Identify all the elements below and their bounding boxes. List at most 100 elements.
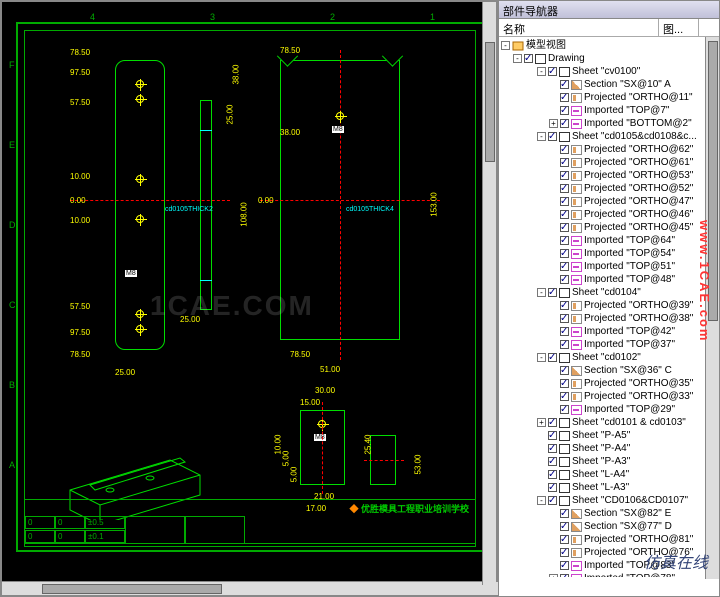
tree-item[interactable]: Section "SX@82" E [499, 507, 719, 520]
tree-label: Sheet "P-A4" [572, 442, 630, 455]
tree-item[interactable]: Sheet "L-A3" [499, 481, 719, 494]
m8-label: M8 [125, 270, 137, 277]
tree-item[interactable]: Projected "ORTHO@52" [499, 182, 719, 195]
col-label: 1 [430, 12, 435, 22]
tree-item[interactable]: Projected "ORTHO@61" [499, 156, 719, 169]
tree-item[interactable]: + Imported "BOTTOM@2" [499, 117, 719, 130]
tree-item[interactable]: Sheet "P-A3" [499, 455, 719, 468]
tree-label: Imported "BOTTOM@2" [584, 117, 692, 130]
expand-icon[interactable]: + [537, 418, 546, 427]
expand-icon[interactable]: + [549, 574, 558, 577]
note: cd0105THICK4 [346, 206, 394, 213]
checkbox-icon[interactable] [560, 158, 569, 167]
expand-icon[interactable]: + [549, 119, 558, 128]
expand-icon[interactable]: - [537, 353, 546, 362]
checkbox-icon[interactable] [548, 418, 557, 427]
checkbox-icon[interactable] [560, 392, 569, 401]
expand-icon[interactable]: - [537, 132, 546, 141]
col-name[interactable]: 名称 [499, 19, 659, 36]
cad-viewport[interactable]: 4 3 2 1 F E D C B A M8 78.50 97.50 57.50… [0, 0, 498, 597]
checkbox-icon[interactable] [548, 470, 557, 479]
tree-item[interactable]: -Sheet "cd0102" [499, 351, 719, 364]
tree-item[interactable]: Imported "TOP@7" [499, 104, 719, 117]
checkbox-icon[interactable] [560, 145, 569, 154]
dim: 0.00 [70, 196, 86, 205]
tree-label: Projected "ORTHO@61" [584, 156, 693, 169]
checkbox-icon[interactable] [548, 431, 557, 440]
tree-item[interactable]: Section "SX@10" A [499, 78, 719, 91]
proj-icon [571, 171, 582, 181]
checkbox-icon[interactable] [560, 171, 569, 180]
tree-item[interactable]: Sheet "P-A5" [499, 429, 719, 442]
tree-item[interactable]: -Sheet "cv0100" [499, 65, 719, 78]
row-label: B [9, 380, 15, 390]
cad-canvas[interactable]: 4 3 2 1 F E D C B A M8 78.50 97.50 57.50… [10, 10, 490, 555]
dim: 108.00 [240, 202, 249, 226]
checkbox-icon[interactable] [548, 132, 557, 141]
scrollbar-vertical[interactable] [482, 2, 496, 585]
scrollbar-horizontal[interactable] [2, 581, 500, 595]
checkbox-icon[interactable] [560, 509, 569, 518]
dim: 10.00 [70, 172, 90, 181]
col-image[interactable]: 图... [659, 19, 699, 36]
checkbox-icon[interactable] [560, 210, 569, 219]
tree-item[interactable]: Section "SX@36" C [499, 364, 719, 377]
checkbox-icon[interactable] [548, 353, 557, 362]
tree-item[interactable]: -Sheet "CD0106&CD0107" [499, 494, 719, 507]
imp-icon [571, 119, 582, 129]
tree-item[interactable]: Projected "ORTHO@47" [499, 195, 719, 208]
tree-item[interactable]: Sheet "L-A4" [499, 468, 719, 481]
scroll-thumb[interactable] [42, 584, 222, 594]
tree-item[interactable]: -Sheet "cd0105&cd0108&c... [499, 130, 719, 143]
tree-label: Projected "ORTHO@47" [584, 195, 693, 208]
checkbox-icon[interactable] [560, 119, 569, 128]
sheet-icon [559, 353, 570, 363]
collapse-icon[interactable]: - [513, 54, 522, 63]
checkbox-icon[interactable] [560, 366, 569, 375]
checkbox-icon[interactable] [560, 93, 569, 102]
checkbox-icon[interactable] [560, 405, 569, 414]
checkbox-icon[interactable] [548, 496, 557, 505]
proj-icon [571, 379, 582, 389]
checkbox-icon[interactable] [560, 197, 569, 206]
tb-cell: ±0.1 [85, 530, 125, 543]
tree-item[interactable]: Projected "ORTHO@35" [499, 377, 719, 390]
centerline [364, 460, 404, 461]
checkbox-icon[interactable] [548, 457, 557, 466]
tree-drawing[interactable]: - Drawing [499, 52, 719, 65]
tree-item[interactable]: Projected "ORTHO@11" [499, 91, 719, 104]
tb-cell: ±0.5 [85, 516, 125, 529]
tree-item[interactable]: Projected "ORTHO@62" [499, 143, 719, 156]
dim: 57.50 [70, 98, 90, 107]
checkbox-icon[interactable] [560, 535, 569, 544]
checkbox-icon[interactable] [560, 574, 569, 577]
dim: 78.50 [70, 350, 90, 359]
tree-item[interactable]: Section "SX@77" D [499, 520, 719, 533]
checkbox-icon[interactable] [548, 483, 557, 492]
checkbox-icon[interactable] [524, 54, 533, 63]
centerline [260, 200, 440, 201]
collapse-icon[interactable]: - [501, 41, 510, 50]
checkbox-icon[interactable] [560, 561, 569, 570]
expand-icon[interactable]: - [537, 496, 546, 505]
tree-item[interactable]: Projected "ORTHO@81" [499, 533, 719, 546]
checkbox-icon[interactable] [560, 548, 569, 557]
checkbox-icon[interactable] [560, 106, 569, 115]
tree-item[interactable]: Projected "ORTHO@53" [499, 169, 719, 182]
checkbox-icon[interactable] [560, 379, 569, 388]
checkbox-icon[interactable] [560, 522, 569, 531]
tree-item[interactable]: Sheet "P-A4" [499, 442, 719, 455]
tree-item[interactable]: Imported "TOP@29" [499, 403, 719, 416]
checkbox-icon[interactable] [560, 80, 569, 89]
centerline [322, 402, 323, 494]
expand-icon[interactable]: - [537, 67, 546, 76]
checkbox-icon[interactable] [548, 444, 557, 453]
tree-item[interactable]: +Sheet "cd0101 & cd0103" [499, 416, 719, 429]
scroll-thumb[interactable] [485, 42, 495, 162]
checkbox-icon[interactable] [548, 67, 557, 76]
tb-cell: 0 [55, 516, 85, 529]
tree-root[interactable]: - 模型视图 [499, 39, 719, 52]
tree-item[interactable]: Projected "ORTHO@33" [499, 390, 719, 403]
checkbox-icon[interactable] [560, 184, 569, 193]
row-label: E [9, 140, 15, 150]
